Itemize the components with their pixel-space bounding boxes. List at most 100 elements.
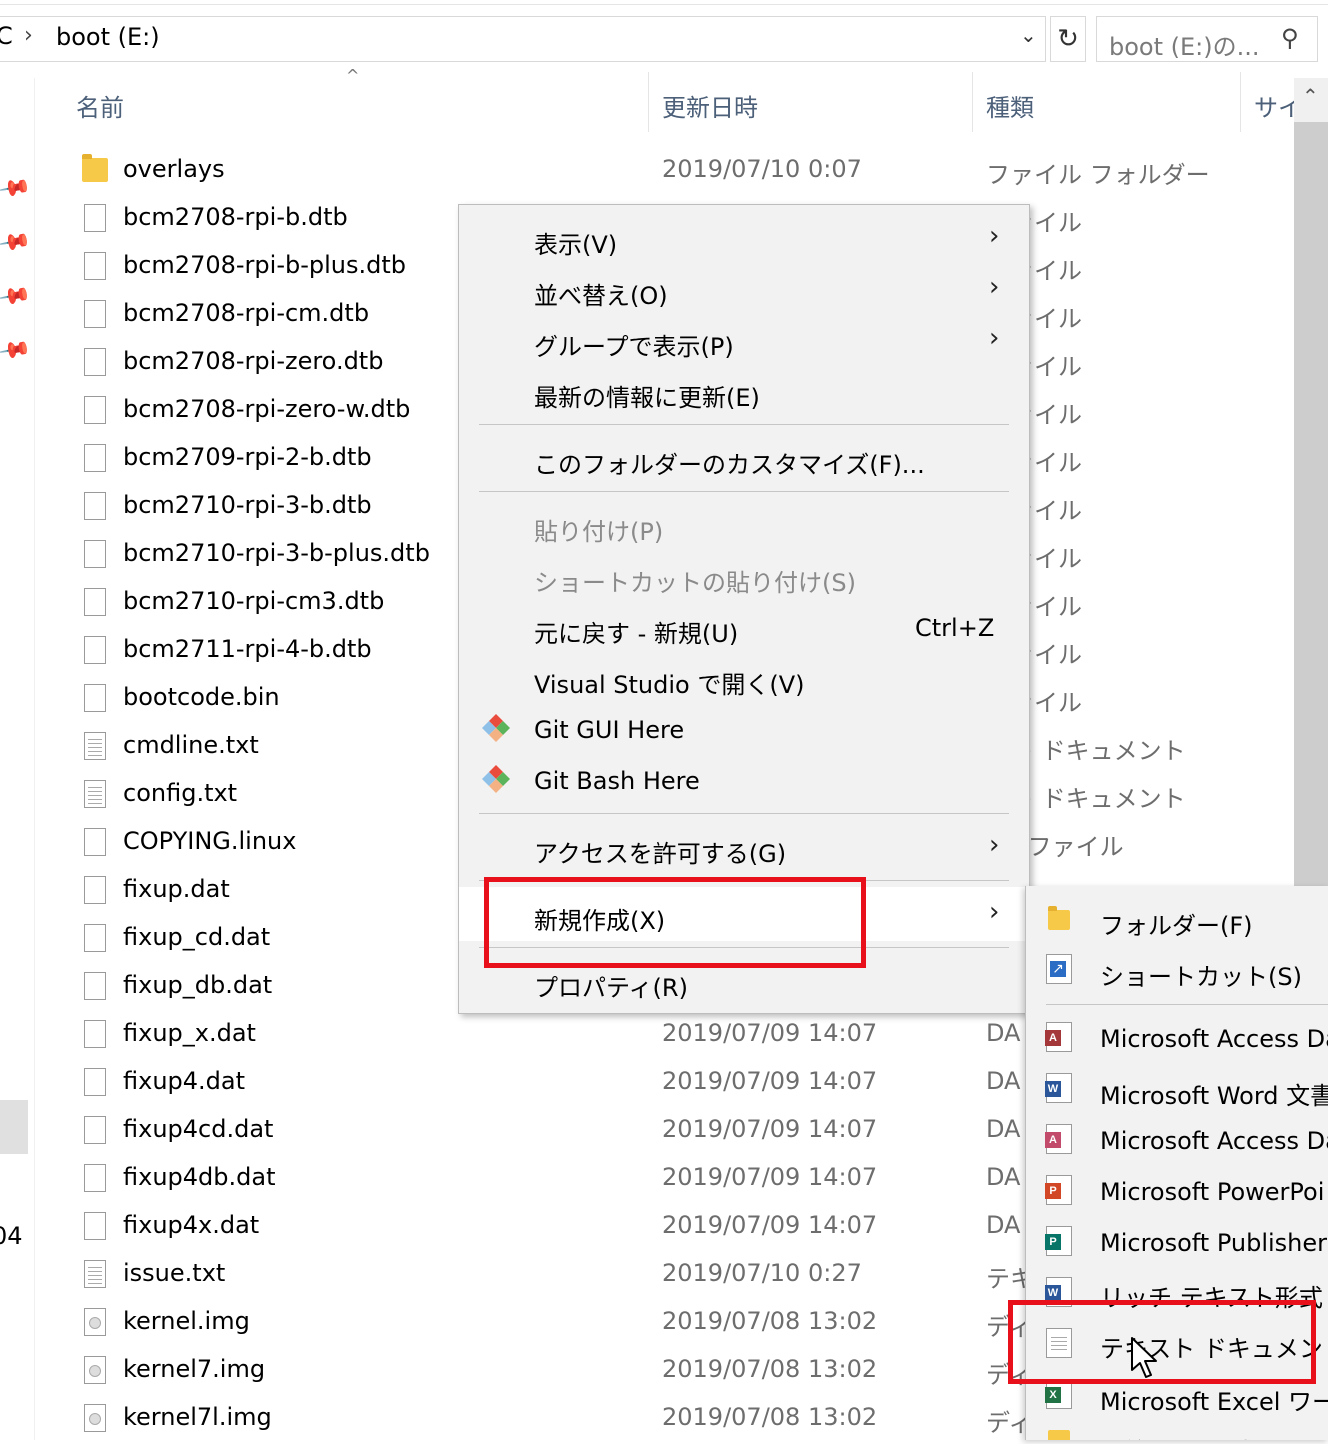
menu-item-group[interactable]: グループで表示(P) (534, 327, 734, 362)
search-input[interactable]: boot (E:)の... ⚲ (1096, 16, 1318, 62)
file-date: 2019/07/10 0:27 (662, 1259, 862, 1287)
menu-item-access[interactable]: アクセスを許可する(G) (534, 834, 786, 869)
column-header-name[interactable]: 名前 (76, 88, 124, 123)
file-date: 2019/07/09 14:07 (662, 1163, 878, 1191)
file-name[interactable]: bcm2708-rpi-cm.dtb (123, 299, 369, 327)
publisher-icon: P (1045, 1226, 1072, 1256)
submenu-item-folder[interactable]: フォルダー(F) (1100, 906, 1253, 941)
search-icon[interactable]: ⚲ (1281, 24, 1299, 52)
submenu-item-powerpoint[interactable]: Microsoft PowerPoi (1100, 1178, 1324, 1206)
file-icon (84, 204, 106, 232)
submenu-item-shortcut[interactable]: ショートカット(S) (1100, 957, 1302, 992)
menu-item-properties[interactable]: プロパティ(R) (534, 968, 688, 1003)
file-date: 2019/07/09 14:07 (662, 1067, 878, 1095)
submenu-arrow-icon: › (989, 830, 1000, 860)
submenu-item-word-document[interactable]: Microsoft Word 文書 (1100, 1076, 1328, 1111)
column-divider[interactable] (1240, 72, 1241, 132)
pin-icon[interactable]: 📌 (0, 332, 32, 368)
file-name[interactable]: kernel7.img (123, 1355, 265, 1383)
submenu-item-excel[interactable]: Microsoft Excel ワーク (1100, 1382, 1328, 1417)
submenu-item-publisher[interactable]: Microsoft Publisher (1100, 1229, 1327, 1257)
file-name[interactable]: config.txt (123, 779, 237, 807)
git-gui-icon (481, 713, 511, 743)
file-name[interactable]: issue.txt (123, 1259, 225, 1287)
access-icon: A (1045, 1124, 1072, 1154)
nav-selected-item[interactable] (0, 1100, 28, 1154)
file-name[interactable]: fixup4x.dat (123, 1211, 259, 1239)
menu-item-git-gui[interactable]: Git GUI Here (534, 716, 684, 744)
file-icon (84, 396, 106, 424)
file-name[interactable]: bcm2708-rpi-zero-w.dtb (123, 395, 410, 423)
submenu-item-access-database-2[interactable]: Microsoft Access Da (1100, 1127, 1328, 1155)
menu-item-open-visual-studio[interactable]: Visual Studio で開く(V) (534, 665, 805, 700)
disc-image-icon (84, 1356, 106, 1384)
menu-item-git-bash[interactable]: Git Bash Here (534, 767, 700, 795)
file-name[interactable]: bcm2710-rpi-3-b.dtb (123, 491, 372, 519)
access-icon: A (1045, 1022, 1072, 1052)
powerpoint-icon: P (1045, 1175, 1072, 1205)
pin-icon[interactable]: 📌 (0, 170, 32, 206)
pin-icon[interactable]: 📌 (0, 278, 32, 314)
highlight-frame-new (484, 877, 866, 968)
file-name[interactable]: overlays (123, 155, 225, 183)
file-name[interactable]: bcm2710-rpi-cm3.dtb (123, 587, 384, 615)
file-icon (84, 300, 106, 328)
file-name[interactable]: bcm2708-rpi-zero.dtb (123, 347, 383, 375)
scroll-thumb[interactable] (1294, 122, 1328, 892)
file-name[interactable]: fixup4cd.dat (123, 1115, 273, 1143)
file-name[interactable]: kernel.img (123, 1307, 250, 1335)
menu-item-view[interactable]: 表示(V) (534, 225, 617, 260)
file-name[interactable]: fixup_x.dat (123, 1019, 256, 1047)
navigation-pane: 📌 📌 📌 📌 04 (0, 78, 35, 1440)
file-icon (84, 540, 106, 568)
file-icon (84, 252, 106, 280)
submenu-item-zip-folder[interactable]: 圧縮 (zip 形式) フォル (1100, 1432, 1328, 1440)
file-name[interactable]: kernel7l.img (123, 1403, 272, 1431)
file-row[interactable]: overlays 2019/07/10 0:07 ファイル フォルダー (40, 148, 1294, 196)
breadcrumb-current[interactable]: boot (E:) (56, 23, 160, 51)
submenu-arrow-icon: › (989, 272, 1000, 302)
file-name[interactable]: fixup4.dat (123, 1067, 245, 1095)
file-icon (84, 588, 106, 616)
column-header-type[interactable]: 種類 (986, 88, 1034, 123)
file-name[interactable]: bcm2708-rpi-b-plus.dtb (123, 251, 406, 279)
file-type: DA (986, 1115, 1021, 1143)
file-name[interactable]: cmdline.txt (123, 731, 259, 759)
submenu-arrow-icon: › (989, 323, 1000, 353)
file-date: 2019/07/09 14:07 (662, 1211, 878, 1239)
pin-icon[interactable]: 📌 (0, 224, 32, 260)
column-divider[interactable] (648, 72, 649, 132)
scroll-up-icon[interactable]: ⌃ (1302, 84, 1319, 108)
address-dropdown-icon[interactable]: ⌄ (1020, 23, 1037, 47)
file-icon (84, 1212, 106, 1240)
file-name[interactable]: fixup.dat (123, 875, 230, 903)
file-name[interactable]: fixup_cd.dat (123, 923, 270, 951)
submenu-item-access-database[interactable]: Microsoft Access Da (1100, 1025, 1328, 1053)
file-name[interactable]: fixup_db.dat (123, 971, 272, 999)
file-name[interactable]: bootcode.bin (123, 683, 280, 711)
folder-icon (1046, 904, 1072, 934)
column-divider[interactable] (972, 72, 973, 132)
file-name[interactable]: fixup4db.dat (123, 1163, 275, 1191)
file-name[interactable]: bcm2709-rpi-2-b.dtb (123, 443, 372, 471)
file-icon (84, 876, 106, 904)
submenu-arrow-icon: › (989, 221, 1000, 251)
menu-item-customize[interactable]: このフォルダーのカスタマイズ(F)... (534, 445, 925, 480)
file-icon (84, 636, 106, 664)
menu-item-sort[interactable]: 並べ替え(O) (534, 276, 668, 311)
menu-item-undo[interactable]: 元に戻す - 新規(U) (534, 614, 738, 649)
breadcrumb-chevron-icon[interactable]: › (24, 23, 33, 48)
menu-separator (479, 424, 1009, 425)
file-name[interactable]: bcm2710-rpi-3-b-plus.dtb (123, 539, 430, 567)
file-name[interactable]: bcm2708-rpi-b.dtb (123, 203, 348, 231)
menu-item-refresh[interactable]: 最新の情報に更新(E) (534, 378, 760, 413)
zip-folder-icon (1046, 1426, 1072, 1440)
submenu-arrow-icon: › (989, 897, 1000, 927)
file-icon (84, 1116, 106, 1144)
file-name[interactable]: bcm2711-rpi-4-b.dtb (123, 635, 372, 663)
file-type: DA (986, 1163, 1021, 1191)
file-name[interactable]: COPYING.linux (123, 827, 296, 855)
column-header-date[interactable]: 更新日時 (662, 88, 758, 123)
mouse-cursor-icon (1131, 1337, 1157, 1378)
refresh-button[interactable]: ↻ (1050, 16, 1086, 62)
